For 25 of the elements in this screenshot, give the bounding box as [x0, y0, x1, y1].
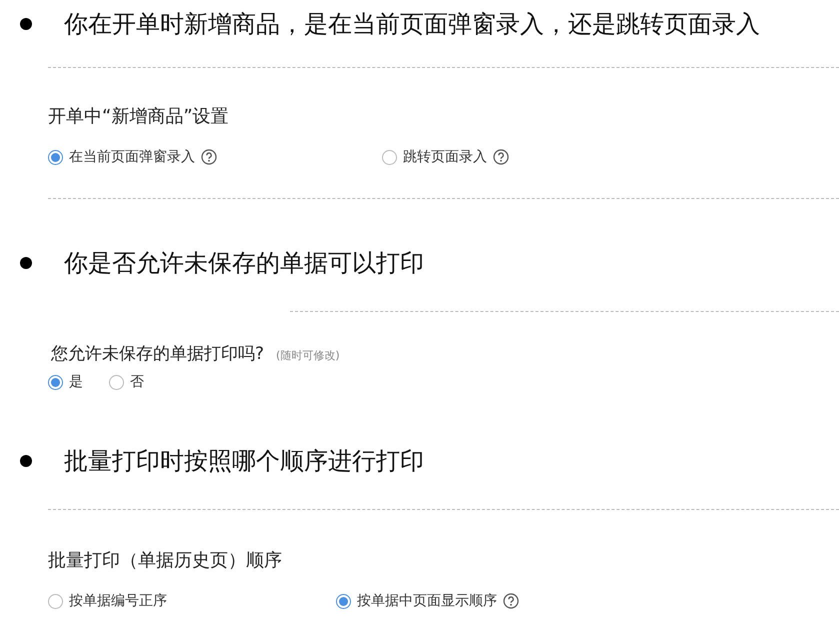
- section-heading: 你是否允许未保存的单据可以打印: [64, 248, 424, 279]
- radio-button[interactable]: [48, 594, 63, 608]
- setting-title: 批量打印（单据历史页）顺序: [48, 549, 282, 572]
- section-heading: 批量打印时按照哪个顺序进行打印: [64, 446, 424, 477]
- radio-button[interactable]: [109, 374, 124, 390]
- radio-button[interactable]: [382, 150, 397, 164]
- bullet-icon: [20, 18, 32, 30]
- setting-title: 您允许未保存的单据打印吗?: [51, 343, 264, 365]
- bullet-icon: [20, 257, 32, 269]
- help-icon[interactable]: [493, 149, 509, 165]
- section-heading: 你在开单时新增商品，是在当前页面弹窗录入，还是跳转页面录入: [64, 9, 760, 40]
- option-label[interactable]: 按单据中页面显示顺序: [357, 592, 497, 610]
- option-label[interactable]: 否: [130, 373, 144, 391]
- option-label[interactable]: 是: [69, 373, 83, 391]
- radio-button[interactable]: [48, 374, 63, 390]
- help-icon[interactable]: [503, 593, 519, 609]
- radio-button[interactable]: [336, 594, 351, 608]
- option-label[interactable]: 在当前页面弹窗录入: [69, 148, 195, 166]
- bullet-icon: [20, 455, 32, 467]
- setting-note: (随时可修改): [276, 348, 340, 363]
- help-icon[interactable]: [201, 149, 217, 165]
- option-label[interactable]: 按单据编号正序: [69, 592, 167, 610]
- radio-button[interactable]: [48, 150, 63, 164]
- option-label[interactable]: 跳转页面录入: [403, 148, 487, 166]
- setting-title: 开单中“新增商品”设置: [48, 105, 229, 128]
